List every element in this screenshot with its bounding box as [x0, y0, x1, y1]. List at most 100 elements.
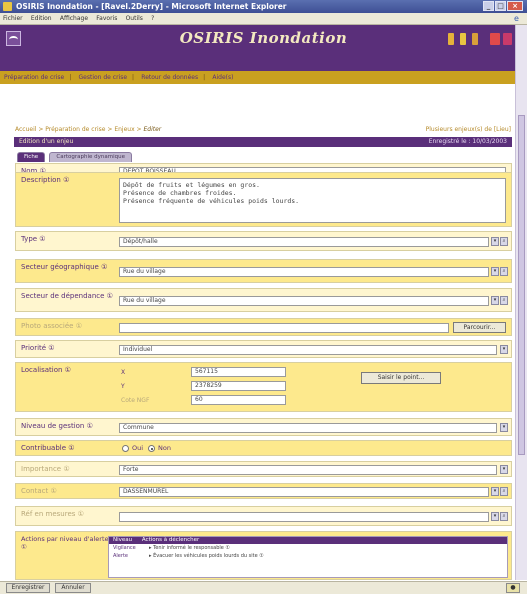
chevron-down-icon[interactable]: ▾ [500, 423, 508, 432]
nav-separator: | [69, 74, 72, 81]
row-secteur-dependance: Secteur de dépendance ① Rue du village ▾… [15, 288, 512, 312]
search-icon[interactable]: ⌕ [500, 237, 508, 246]
edit-title: Edition d'un enjeu [19, 138, 74, 145]
y-input[interactable]: 2378259 [191, 381, 286, 391]
importance-select[interactable]: Forte [119, 465, 497, 475]
type-select[interactable]: Dépôt/halle [119, 237, 489, 247]
row-ref-mesures: Réf en mesures ① ▾ ⌕ [15, 506, 512, 526]
nav-gestion[interactable]: Gestion de crise [75, 71, 132, 84]
search-icon[interactable]: ⌕ [500, 512, 508, 521]
browse-button[interactable]: Parcourir... [453, 322, 506, 333]
save-button[interactable]: Enregistrer [6, 583, 50, 593]
chevron-down-icon[interactable]: ▾ [491, 237, 499, 246]
radio-oui[interactable] [122, 445, 129, 452]
nav-retour[interactable]: Retour de données [137, 71, 202, 84]
x-input[interactable]: 567115 [191, 367, 286, 377]
cancel-button[interactable]: Annuler [55, 583, 91, 593]
alert-icon[interactable] [460, 33, 466, 45]
description-label: Description ① [21, 176, 70, 184]
tab-fiche[interactable]: Fiche [17, 152, 46, 162]
folder-icon[interactable] [448, 33, 454, 45]
zone-icon: ● [506, 583, 520, 593]
description-textarea[interactable]: Dépôt de fruits et légumes en gros. Prés… [119, 178, 506, 223]
ie-logo-icon: e [514, 14, 519, 23]
actions-table-header: Niveau Actions à déclencher [109, 537, 507, 544]
scrollbar-thumb[interactable] [518, 115, 525, 455]
row-level: Vigilance [113, 545, 136, 551]
chevron-down-icon[interactable]: ▾ [491, 296, 499, 305]
menu-outils[interactable]: Outils [123, 13, 146, 24]
chevron-down-icon[interactable]: ▾ [491, 512, 499, 521]
nav-aide[interactable]: Aide(s) [208, 71, 237, 84]
photo-input[interactable] [119, 323, 449, 333]
nav-preparation[interactable]: Préparation de crise [0, 71, 68, 84]
menu-favoris[interactable]: Favoris [93, 13, 120, 24]
row-action[interactable]: ▸ Évacuer les véhicules poids lourds du … [149, 552, 264, 560]
radio-selected-dot [150, 447, 153, 450]
niveau-gestion-label: Niveau de gestion ① [21, 422, 93, 430]
secteur-dependance-select[interactable]: Rue du village [119, 296, 489, 306]
search-icon[interactable]: ⌕ [500, 487, 508, 496]
window-titlebar: OSIRIS Inondation - [Ravel.2Derry] - Mic… [0, 0, 527, 13]
minimize-button[interactable]: _ [483, 1, 494, 11]
app-header: OSIRIS Inondation [0, 25, 527, 71]
breadcrumb-current: Editer [143, 126, 162, 133]
close-button[interactable]: × [507, 1, 523, 11]
priorite-select[interactable]: Individuel [119, 345, 497, 355]
header-niveau: Niveau [113, 537, 133, 543]
priorite-label: Priorité ① [21, 344, 55, 352]
row-contribuable: Contribuable ① Oui Non [15, 440, 512, 456]
row-priorite: Priorité ① Individuel ▾ [15, 340, 512, 358]
contact-label: Contact ① [21, 487, 57, 495]
table-row: Vigilance ▸ Tenir informé le responsable… [109, 544, 507, 552]
ie-app-icon [3, 2, 12, 11]
z-input[interactable]: 60 [191, 395, 286, 405]
tab-bar: Fiche Cartographie dynamique [17, 152, 134, 162]
niveau-gestion-select[interactable]: Commune [119, 423, 497, 433]
row-type: Type ① Dépôt/halle ▾ ⌕ [15, 231, 512, 251]
search-icon[interactable]: ⌕ [500, 296, 508, 305]
row-localisation: Localisation ① X 567115 Y 2378259 Cote N… [15, 362, 512, 412]
localisation-label: Localisation ① [21, 366, 71, 374]
type-label: Type ① [21, 235, 46, 243]
radio-non[interactable] [148, 445, 155, 452]
logout-icon[interactable] [503, 33, 512, 45]
table-row: Alerte ▸ Évacuer les véhicules poids lou… [109, 552, 507, 560]
secteur-select[interactable]: Rue du village [119, 267, 489, 277]
breadcrumb-path[interactable]: Accueil > Préparation de crise > Enjeux … [15, 126, 143, 133]
menu-bar: Fichier Edition Affichage Favoris Outils… [0, 13, 527, 25]
row-importance: Importance ① Forte ▾ [15, 461, 512, 477]
maximize-button[interactable]: □ [495, 1, 506, 11]
importance-label: Importance ① [21, 465, 70, 473]
capture-point-button[interactable]: Saisir le point... [361, 372, 441, 384]
row-action[interactable]: ▸ Tenir informé le responsable ① [149, 544, 230, 552]
oui-label: Oui [132, 444, 144, 452]
vertical-scrollbar[interactable] [515, 25, 527, 580]
tab-cartographie[interactable]: Cartographie dynamique [49, 152, 133, 162]
contact-select[interactable]: DASSENMUREL [119, 487, 489, 497]
ref-mesures-label: Réf en mesures ① [21, 510, 84, 518]
chevron-down-icon[interactable]: ▾ [491, 267, 499, 276]
header-actions: Actions à déclencher [141, 537, 200, 543]
person-icon[interactable] [472, 33, 478, 45]
search-icon[interactable]: ⌕ [500, 267, 508, 276]
menu-affichage[interactable]: Affichage [57, 13, 91, 24]
ref-mesures-select[interactable] [119, 512, 489, 522]
z-label: Cote NGF [121, 397, 150, 404]
photo-label: Photo associée ① [21, 322, 82, 330]
chevron-down-icon[interactable]: ▾ [491, 487, 499, 496]
top-link[interactable]: Plusieurs enjeux(s) de [Lieu] [426, 126, 511, 133]
x-label: X [121, 369, 126, 376]
row-niveau-gestion: Niveau de gestion ① Commune ▾ [15, 418, 512, 436]
chevron-down-icon[interactable]: ▾ [500, 345, 508, 354]
flag-icon[interactable] [490, 33, 500, 45]
non-label: Non [158, 444, 171, 452]
row-secteur: Secteur géographique ① Rue du village ▾ … [15, 259, 512, 283]
window-title: OSIRIS Inondation - [Ravel.2Derry] - Mic… [16, 2, 287, 11]
nav-separator: | [203, 74, 206, 81]
chevron-down-icon[interactable]: ▾ [500, 465, 508, 474]
menu-help[interactable]: ? [148, 13, 157, 24]
menu-edition[interactable]: Edition [28, 13, 55, 24]
main-nav: Préparation de crise | Gestion de crise | … [0, 71, 527, 84]
menu-fichier[interactable]: Fichier [0, 13, 26, 24]
